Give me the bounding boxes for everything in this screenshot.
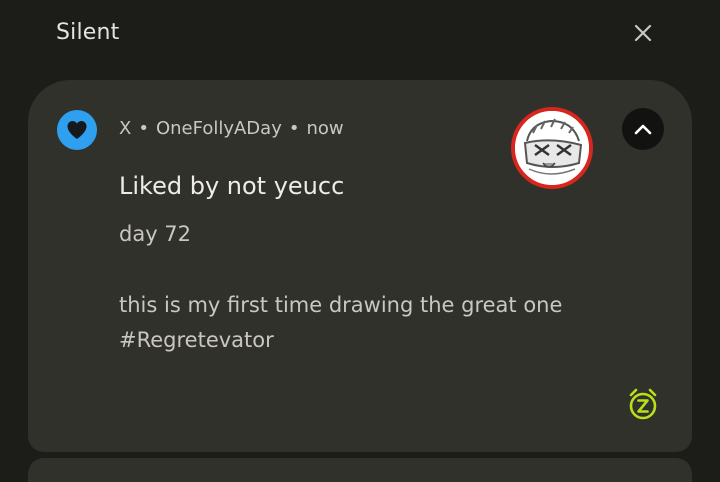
- close-icon: [634, 24, 652, 42]
- notification-title: Liked by not yeucc: [119, 172, 345, 200]
- notification-body: this is my first time drawing the great …: [119, 288, 639, 358]
- separator-dot: •: [288, 118, 300, 139]
- chevron-up-icon: [634, 124, 652, 135]
- collapse-button[interactable]: [622, 108, 664, 150]
- app-icon: [57, 110, 97, 150]
- body-line: #Regretevator: [119, 328, 274, 352]
- silent-section-header: Silent: [0, 0, 720, 70]
- avatar-drawing: [515, 111, 589, 185]
- account-name: OneFollyADay: [155, 118, 282, 139]
- dismiss-button[interactable]: [628, 18, 658, 48]
- notification-time: now: [306, 118, 344, 139]
- app-name: X: [119, 118, 132, 139]
- section-title: Silent: [56, 20, 120, 45]
- notification-subtitle: day 72: [119, 222, 192, 246]
- snooze-alarm-icon: [629, 388, 657, 420]
- next-notification-card[interactable]: [28, 458, 692, 482]
- heart-icon: [67, 121, 87, 139]
- avatar: [511, 107, 593, 189]
- notification-shade: Silent X • OneFollyADay • now Liked by not y…: [0, 0, 720, 482]
- notification-meta: X • OneFollyADay • now: [119, 118, 344, 139]
- separator-dot: •: [138, 118, 149, 139]
- snooze-button[interactable]: [624, 385, 662, 423]
- body-line: this is my first time drawing the great …: [119, 293, 563, 317]
- notification-card[interactable]: X • OneFollyADay • now Liked by not yeucc da…: [28, 80, 692, 452]
